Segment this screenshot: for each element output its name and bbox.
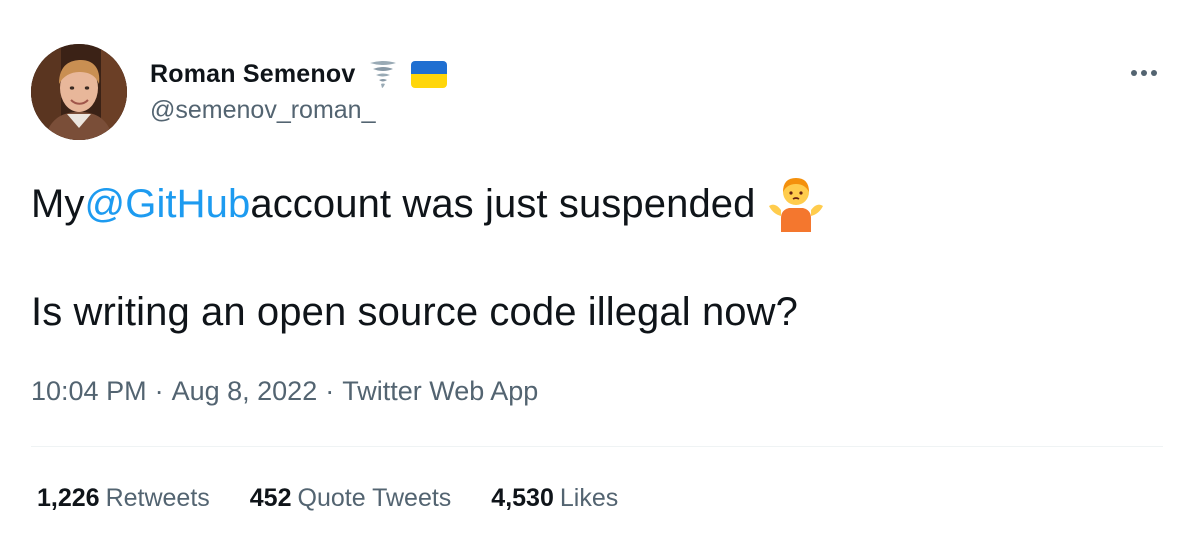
dot-icon	[1141, 70, 1147, 76]
divider	[31, 446, 1163, 447]
tweet-meta: 10:04 PM · Aug 8, 2022 · Twitter Web App	[31, 376, 538, 407]
tweet-source[interactable]: Twitter Web App	[342, 376, 538, 406]
dot-icon	[1151, 70, 1157, 76]
tweet-text-line-1: My @GitHub account was just suspended	[31, 176, 825, 232]
likes-stat[interactable]: 4,530 Likes	[491, 484, 618, 513]
display-name[interactable]: Roman Semenov	[150, 60, 355, 89]
tweet-text-line-2: Is writing an open source code illegal n…	[31, 290, 798, 334]
quote-tweets-count: 452	[249, 484, 292, 512]
ukraine-flag-icon	[411, 60, 448, 88]
person-shrugging-icon	[767, 176, 825, 232]
tweet-card: Roman Semenov @semenov_roman_ My @GitHub…	[0, 0, 1187, 551]
tweet-text-before-mention: My	[31, 181, 85, 226]
more-options-button[interactable]	[1124, 55, 1164, 91]
tweet-text-after-mention: account was just suspended	[250, 181, 756, 226]
meta-separator: ·	[154, 376, 164, 406]
meta-separator: ·	[325, 376, 335, 406]
tweet-time[interactable]: 10:04 PM	[31, 376, 147, 406]
retweets-stat[interactable]: 1,226 Retweets	[37, 484, 210, 513]
tweet-date[interactable]: Aug 8, 2022	[172, 376, 318, 406]
quote-tweets-stat[interactable]: 452 Quote Tweets	[250, 484, 452, 513]
retweets-label: Retweets	[105, 484, 210, 512]
dot-icon	[1131, 70, 1137, 76]
avatar-photo	[31, 44, 127, 140]
tweet-stats: 1,226 Retweets 452 Quote Tweets 4,530 Likes	[37, 484, 658, 513]
likes-label: Likes	[559, 484, 619, 512]
quote-tweets-label: Quote Tweets	[297, 484, 452, 512]
retweets-count: 1,226	[37, 484, 100, 512]
tornado-icon	[367, 58, 399, 90]
avatar[interactable]	[31, 44, 127, 140]
likes-count: 4,530	[491, 484, 554, 512]
mention-link[interactable]: @GitHub	[85, 182, 251, 227]
author-line: Roman Semenov	[150, 56, 448, 92]
user-handle[interactable]: @semenov_roman_	[150, 96, 376, 125]
